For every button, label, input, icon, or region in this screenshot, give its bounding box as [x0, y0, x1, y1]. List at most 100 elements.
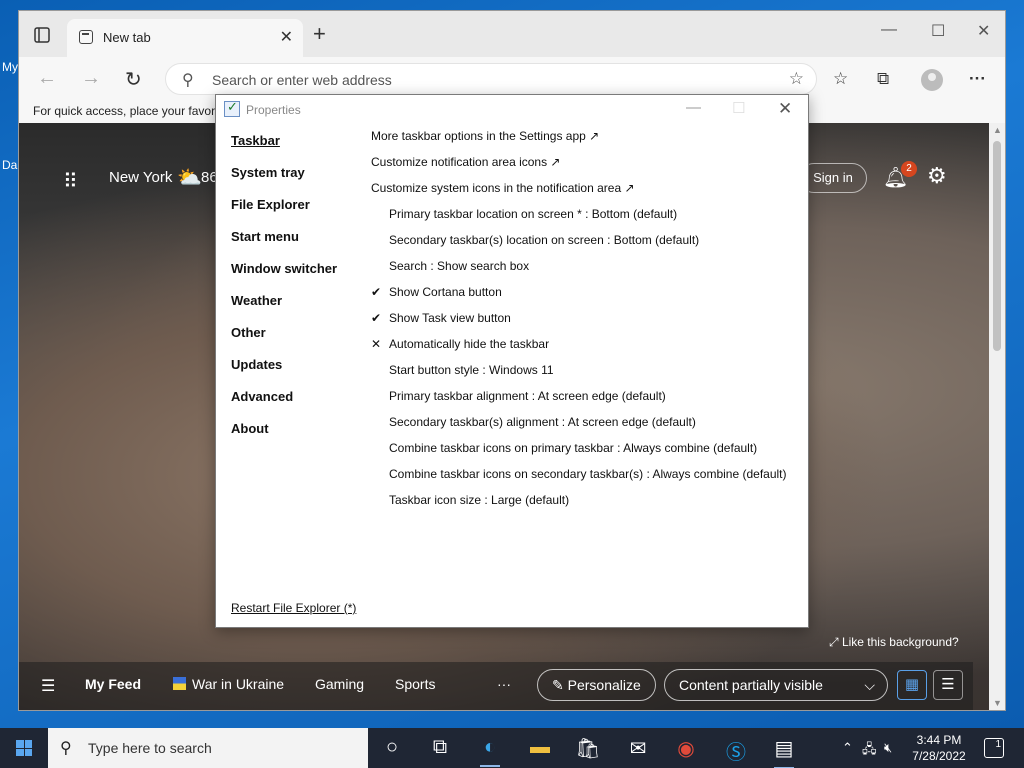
option-text: Secondary taskbar(s) alignment : At scre… [389, 415, 696, 429]
favorites-icon[interactable]: ☆ [833, 69, 848, 89]
option-item[interactable]: Start button style : Windows 11 [371, 363, 787, 389]
taskbar-clock[interactable]: 3:44 PM 7/28/2022 [908, 732, 970, 764]
collections-icon[interactable]: ⧉ [877, 69, 889, 89]
option-text: Customize system icons in the notificati… [371, 181, 635, 195]
section-item-updates[interactable]: Updates [231, 357, 337, 389]
tab-new-tab[interactable]: New tab ✕ [67, 19, 303, 57]
tab-war-in-ukraine[interactable]: War in Ukraine [173, 676, 284, 692]
taskbar-search-placeholder: Type here to search [88, 740, 212, 756]
option-item[interactable]: Primary taskbar location on screen * : B… [371, 207, 787, 233]
option-item[interactable]: Primary taskbar alignment : At screen ed… [371, 389, 787, 415]
option-link[interactable]: Customize system icons in the notificati… [371, 181, 787, 207]
tab-close-icon[interactable]: ✕ [280, 27, 293, 47]
skype-icon[interactable]: Ⓢ [722, 736, 750, 765]
option-text: Primary taskbar location on screen * : B… [389, 207, 678, 221]
chrome-icon[interactable]: ◉ [672, 736, 700, 761]
gear-icon[interactable]: ⚙ [927, 163, 947, 189]
option-item[interactable]: Search : Show search box [371, 259, 787, 285]
option-item[interactable]: ✕ Automatically hide the taskbar [371, 337, 787, 363]
content-visibility-label: Content partially visible [679, 677, 823, 693]
refresh-icon[interactable]: ↻ [125, 67, 142, 92]
dialog-maximize-icon: ☐ [732, 100, 746, 117]
tab-sports[interactable]: Sports [395, 676, 435, 692]
cortana-icon[interactable]: ○ [378, 736, 406, 759]
more-tabs-icon[interactable]: ··· [497, 676, 511, 692]
volume-muted-icon[interactable]: 🔇︎ [884, 740, 892, 756]
task-view-icon[interactable]: ⧉ [426, 736, 454, 759]
cross-icon: ✕ [371, 337, 382, 351]
option-link[interactable]: More taskbar options in the Settings app… [371, 129, 787, 155]
section-item-about[interactable]: About [231, 421, 337, 453]
option-item[interactable]: Combine taskbar icons on primary taskbar… [371, 441, 787, 467]
content-visibility-dropdown[interactable]: Content partially visible ⌵ [664, 669, 888, 701]
edge-icon[interactable]: ◐ [476, 736, 504, 767]
address-bar[interactable]: ⚲ Search or enter web address ☆ [165, 63, 817, 95]
option-item[interactable]: Secondary taskbar(s) alignment : At scre… [371, 415, 787, 441]
tab-war-in-ukraine-label: War in Ukraine [192, 676, 285, 692]
taskbar-search-box[interactable]: ⚲ Type here to search [48, 728, 368, 768]
mail-icon[interactable]: ✉ [624, 736, 652, 761]
option-item[interactable]: Secondary taskbar(s) location on screen … [371, 233, 787, 259]
option-item[interactable]: Taskbar icon size : Large (default) [371, 493, 787, 519]
option-item[interactable]: Combine taskbar icons on secondary taskb… [371, 467, 787, 493]
section-item-weather[interactable]: Weather [231, 293, 337, 325]
file-explorer-icon[interactable]: ▬ [526, 736, 554, 759]
tab-gaming[interactable]: Gaming [315, 676, 364, 692]
tab-my-feed[interactable]: My Feed [85, 676, 141, 692]
clock-time: 3:44 PM [916, 733, 962, 747]
desktop-icon-label-1[interactable]: My [2, 60, 18, 74]
scroll-thumb[interactable] [993, 141, 1001, 351]
tab-actions-icon[interactable] [29, 23, 55, 47]
scroll-down-icon[interactable]: ▼ [993, 698, 1002, 708]
section-item-start-menu[interactable]: Start menu [231, 229, 337, 261]
personalize-button[interactable]: ✎ Personalize [537, 669, 656, 701]
more-options-icon[interactable]: ··· [969, 69, 986, 89]
section-item-advanced[interactable]: Advanced [231, 389, 337, 421]
page-scrollbar[interactable]: ▲ ▼ [989, 123, 1005, 710]
action-center-icon[interactable]: 1 [984, 738, 1004, 758]
option-item[interactable]: ✔ Show Cortana button [371, 285, 787, 311]
option-item[interactable]: ✔ Show Task view button [371, 311, 787, 337]
back-icon[interactable]: ← [37, 67, 57, 90]
section-item-other[interactable]: Other [231, 325, 337, 357]
scroll-up-icon[interactable]: ▲ [993, 125, 1002, 135]
chevron-up-icon[interactable]: ⌃ [842, 740, 853, 756]
network-icon[interactable]: 🖧︎ [862, 740, 877, 762]
store-icon[interactable]: 🛍︎ [574, 736, 602, 761]
forward-icon[interactable]: → [81, 67, 101, 90]
grid-view-icon[interactable]: ▦ [897, 670, 927, 700]
new-tab-button[interactable]: + [313, 21, 326, 47]
weather-city[interactable]: New York [109, 169, 172, 186]
options-list: More taskbar options in the Settings app… [371, 129, 787, 519]
section-item-window-switcher[interactable]: Window switcher [231, 261, 337, 293]
tab-bar: New tab ✕ + — ☐ ✕ [19, 11, 1005, 57]
option-text: Show Task view button [389, 311, 511, 325]
checkmark-icon: ✔ [371, 311, 382, 325]
maximize-icon[interactable]: ☐ [931, 21, 945, 41]
section-item-system-tray[interactable]: System tray [231, 165, 337, 197]
signin-button[interactable]: Sign in [799, 163, 867, 193]
partly-cloudy-icon: ⛅ [177, 167, 202, 189]
dialog-minimize-icon[interactable]: — [686, 99, 701, 116]
desktop-icon-label-2[interactable]: Da [2, 158, 17, 172]
feed-bar: ☰ My Feed War in Ukraine Gaming Sports ·… [19, 662, 973, 710]
option-link[interactable]: Customize notification area icons ↗ [371, 155, 787, 181]
app-icon [224, 99, 240, 117]
profile-avatar[interactable] [921, 69, 943, 91]
restart-explorer-link[interactable]: Restart File Explorer (*) [231, 601, 356, 615]
start-button[interactable] [0, 728, 48, 768]
close-window-icon[interactable]: ✕ [977, 21, 990, 41]
section-item-taskbar[interactable]: Taskbar [231, 133, 337, 165]
list-view-icon[interactable]: ☰ [933, 670, 963, 700]
minimize-icon[interactable]: — [881, 21, 897, 39]
hamburger-icon[interactable]: ☰ [41, 676, 55, 696]
like-background-link[interactable]: ⤢ Like this background? [829, 635, 959, 650]
dialog-close-icon[interactable]: ✕ [778, 99, 792, 119]
apps-grid-icon[interactable]: ⠿ [63, 169, 78, 194]
option-text: Start button style : Windows 11 [389, 363, 554, 377]
section-item-file-explorer[interactable]: File Explorer [231, 197, 337, 229]
search-icon: ⚲ [182, 72, 194, 89]
explorer-patcher-icon[interactable]: ▤ [770, 736, 798, 768]
option-text: Customize notification area icons ↗ [371, 155, 561, 169]
add-favorite-icon[interactable]: ☆ [789, 69, 804, 89]
